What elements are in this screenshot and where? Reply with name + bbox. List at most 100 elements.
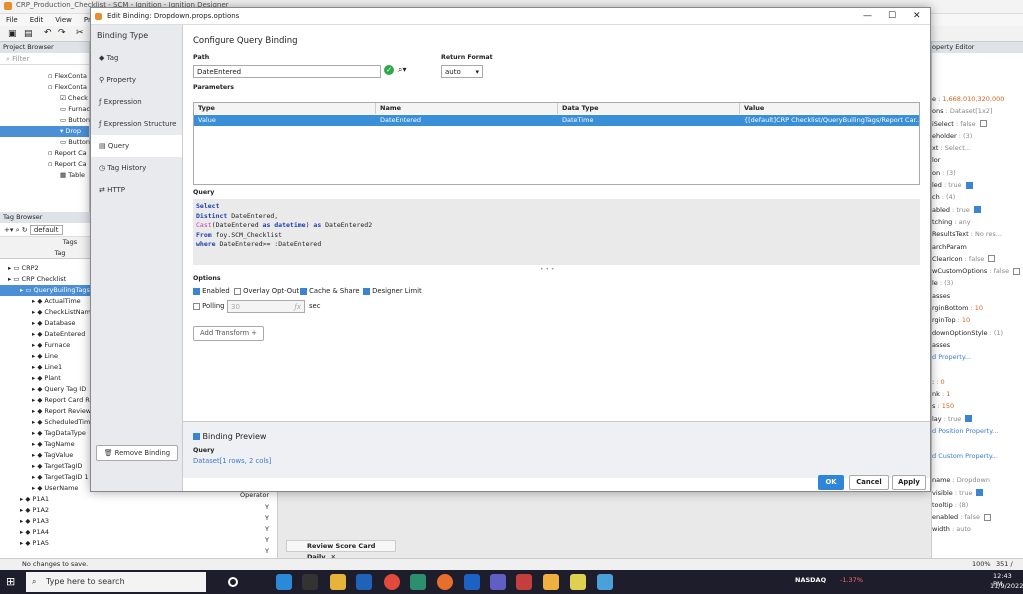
property-row[interactable]: : : 0 (932, 376, 1023, 388)
property-row[interactable]: xt : Select... (932, 142, 1023, 154)
apply-button[interactable]: Apply (892, 475, 926, 490)
property-row[interactable]: visible : true (932, 487, 1023, 499)
cancel-button[interactable]: Cancel (849, 475, 889, 490)
property-row[interactable] (932, 462, 1023, 474)
tag-tree-item[interactable]: ▸ ◆ P1A5 (0, 538, 277, 549)
windows-start-icon[interactable]: ⊞ (6, 575, 15, 588)
row-value[interactable]: {[default]CRP Checklist/QueryBuilingTags… (740, 115, 919, 126)
outlook-icon[interactable] (464, 574, 480, 590)
property-row[interactable]: name : Dropdown (932, 474, 1023, 486)
notes-icon[interactable] (570, 574, 586, 590)
tree-item[interactable]: ▦ Table (0, 170, 89, 181)
tree-item-selected[interactable]: ▾ Drop (0, 126, 89, 137)
property-row[interactable]: wCustomOptions : false (932, 265, 1023, 277)
cortana-icon[interactable] (228, 577, 238, 587)
property-row[interactable]: downOptionStyle : (1) (932, 327, 1023, 339)
binding-type-tag-history[interactable]: ◷ Tag History (91, 157, 182, 179)
edge-icon[interactable] (276, 574, 292, 590)
binding-preview-checkbox[interactable] (193, 433, 200, 440)
refresh-icon[interactable]: ↻ (22, 226, 30, 234)
property-row[interactable]: d Position Property... (932, 425, 1023, 437)
save-all-icon[interactable]: ▤ (24, 29, 33, 39)
teams-icon[interactable] (490, 574, 506, 590)
project-filter-input[interactable]: ⌕ Filter (0, 53, 89, 65)
browse-search-icon[interactable]: ⌕▾ (398, 65, 407, 75)
overlay-opt-out-checkbox[interactable] (234, 287, 241, 295)
tree-item[interactable]: ▫ FlexConta (0, 71, 89, 82)
polling-checkbox[interactable] (193, 302, 200, 310)
property-row[interactable] (932, 364, 1023, 376)
property-row[interactable]: archParam (932, 241, 1023, 253)
tag-tree-item[interactable]: ▸ ◆ P1A1 (0, 494, 277, 505)
save-icon[interactable]: ▣ (8, 29, 17, 39)
redo-icon[interactable]: ↷ (58, 28, 66, 38)
property-row[interactable]: nk : 1 (932, 388, 1023, 400)
binding-type-expression[interactable]: ƒ Expression (91, 91, 182, 113)
binding-preview-toggle[interactable]: Binding Preview (193, 432, 266, 441)
property-row[interactable]: width : auto (932, 523, 1023, 535)
explorer-icon[interactable] (302, 574, 318, 590)
row-data-type[interactable]: DateTime (558, 115, 740, 126)
menu-edit[interactable]: Edit (30, 16, 44, 24)
minimize-icon[interactable]: — (863, 8, 872, 25)
undo-icon[interactable]: ↶ (44, 28, 52, 38)
tree-item[interactable]: ▭ Button (0, 137, 90, 148)
chrome-icon[interactable] (384, 574, 400, 590)
designer-limit-option[interactable]: Designer Limit (363, 287, 422, 295)
property-row[interactable]: s : 150 (932, 400, 1023, 412)
cache-share-option[interactable]: Cache & Share (300, 287, 360, 295)
property-row[interactable]: d Custom Property... (932, 450, 1023, 462)
tree-item[interactable]: ▭ Furnac (0, 104, 90, 115)
property-row[interactable]: enabled : false (932, 511, 1023, 523)
ok-button[interactable]: OK (818, 475, 844, 490)
tree-item[interactable]: ▭ Button (0, 115, 90, 126)
property-checkbox[interactable] (973, 206, 981, 214)
menu-view[interactable]: View (55, 16, 72, 24)
menu-file[interactable]: File (6, 16, 18, 24)
property-row[interactable]: rginBottom : 10 (932, 302, 1023, 314)
tool-icon[interactable] (597, 574, 613, 590)
property-row[interactable]: asses (932, 339, 1023, 351)
tree-item[interactable]: ▫ Report Ca (0, 159, 89, 170)
property-row[interactable]: lor (932, 154, 1023, 166)
binding-type-tag[interactable]: ◆ Tag (91, 47, 182, 69)
property-row[interactable]: rginTop : 10 (932, 314, 1023, 326)
tag-tree-item[interactable]: ▸ ◆ P1A4 (0, 527, 277, 538)
close-icon[interactable]: ✕ (913, 8, 921, 25)
binding-type-http[interactable]: ⇄ HTTP (91, 179, 182, 201)
add-tag-icon[interactable]: +▾ (4, 226, 16, 234)
binding-type-property[interactable]: ⚲ Property (91, 69, 182, 91)
property-row[interactable]: le : (3) (932, 277, 1023, 289)
tree-item[interactable]: ☑ Check (0, 93, 89, 104)
property-checkbox[interactable] (965, 181, 973, 189)
property-row[interactable]: asses (932, 290, 1023, 302)
tag-tree-item[interactable]: ▸ ◆ P1A3 (0, 516, 277, 527)
tab-review-score-card[interactable]: Review Score Card Daily ✕ (286, 540, 396, 561)
tree-item[interactable]: ▫ Report Ca (0, 148, 89, 159)
property-row[interactable]: tooltip : (8) (932, 499, 1023, 511)
property-row[interactable]: eholder : (3) (932, 130, 1023, 142)
binding-type-expression-structure[interactable]: ƒ Expression Structure (91, 113, 182, 135)
property-row[interactable]: lay : true (932, 413, 1023, 425)
path-input[interactable]: DateEntered (193, 65, 381, 78)
property-row[interactable]: on : (3) (932, 167, 1023, 179)
ignition-icon[interactable] (437, 574, 453, 590)
row-type[interactable]: Value (194, 115, 376, 126)
polling-option[interactable]: Polling (193, 302, 224, 310)
maximize-icon[interactable]: ☐ (888, 8, 896, 25)
add-transform-button[interactable]: Add Transform + (193, 326, 264, 341)
enabled-option[interactable]: Enabled (193, 287, 230, 295)
property-row[interactable]: tching : any (932, 216, 1023, 228)
property-checkbox[interactable] (988, 255, 996, 263)
tag-provider-select[interactable]: default (29, 225, 63, 235)
property-row[interactable] (932, 437, 1023, 449)
tag-tree-item[interactable]: ▸ ▭ QueryBuilingTags (0, 285, 92, 296)
property-checkbox[interactable] (983, 513, 991, 521)
app-icon[interactable] (516, 574, 532, 590)
overlay-opt-out-option[interactable]: Overlay Opt-Out (234, 287, 299, 295)
mail-icon[interactable] (356, 574, 372, 590)
folder-icon[interactable] (330, 574, 346, 590)
property-row[interactable]: e : 1,668,010,320,000 (932, 93, 1023, 105)
enabled-checkbox[interactable] (193, 287, 200, 295)
property-checkbox[interactable] (976, 489, 984, 496)
